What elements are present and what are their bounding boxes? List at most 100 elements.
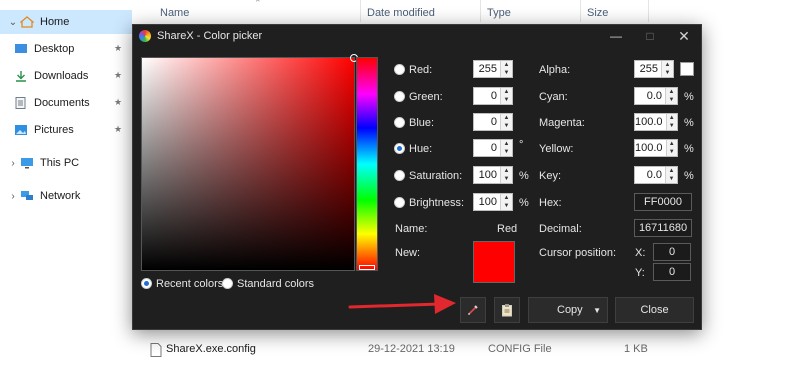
spinner-arrows[interactable]: ▲ ▼ <box>665 88 677 104</box>
hue-value[interactable]: 0 <box>474 140 500 156</box>
column-divider <box>648 0 649 22</box>
key-value[interactable]: 0.0 <box>635 167 665 183</box>
spin-down-icon[interactable]: ▼ <box>662 69 673 77</box>
column-header-size[interactable]: Size <box>587 0 647 26</box>
radio-brightness[interactable] <box>394 197 405 208</box>
nav-item-desktop[interactable]: Desktop ★ <box>0 37 132 61</box>
blue-value[interactable]: 0 <box>474 114 500 130</box>
spinner-arrows[interactable]: ▲ ▼ <box>665 114 677 130</box>
nav-item-downloads[interactable]: Downloads ★ <box>0 64 132 88</box>
nav-item-this-pc[interactable]: › This PC <box>0 151 132 175</box>
spinner-arrows[interactable]: ▲ ▼ <box>661 61 673 77</box>
spin-down-icon[interactable]: ▼ <box>501 148 512 156</box>
brightness-value[interactable]: 100 <box>474 194 500 210</box>
spinner-arrows[interactable]: ▲ ▼ <box>500 114 512 130</box>
radio-standard-colors[interactable] <box>222 278 233 289</box>
spinner-arrows[interactable]: ▲ ▼ <box>665 167 677 183</box>
brightness-input[interactable]: 100 ▲ ▼ <box>473 193 513 211</box>
spinner-arrows[interactable]: ▲ ▼ <box>500 167 512 183</box>
column-header-name[interactable]: Name <box>160 0 360 26</box>
spin-up-icon[interactable]: ▲ <box>501 88 512 96</box>
spin-down-icon[interactable]: ▼ <box>501 175 512 183</box>
label-standard-colors[interactable]: Standard colors <box>237 278 314 290</box>
hue-marker[interactable] <box>359 265 375 270</box>
spin-down-icon[interactable]: ▼ <box>667 148 677 156</box>
file-row[interactable]: ShareX.exe.config 29-12-2021 13:19 CONFI… <box>148 340 648 360</box>
hue-input[interactable]: 0 ▲ ▼ <box>473 139 513 157</box>
close-window-button[interactable]: ✕ <box>667 25 701 47</box>
spinner-arrows[interactable]: ▲ ▼ <box>500 61 512 77</box>
spin-up-icon[interactable]: ▲ <box>666 88 677 96</box>
label-recent-colors[interactable]: Recent colors <box>156 278 223 290</box>
green-value[interactable]: 0 <box>474 88 500 104</box>
spin-down-icon[interactable]: ▼ <box>501 96 512 104</box>
column-header-date[interactable]: Date modified <box>367 0 477 26</box>
yellow-input[interactable]: 100.0 ▲ ▼ <box>634 139 678 157</box>
green-input[interactable]: 0 ▲ ▼ <box>473 87 513 105</box>
spin-down-icon[interactable]: ▼ <box>666 96 677 104</box>
minimize-button[interactable]: — <box>599 25 633 47</box>
chevron-right-icon[interactable]: › <box>6 191 20 202</box>
column-label: Type <box>487 7 511 19</box>
alpha-value[interactable]: 255 <box>635 61 661 77</box>
spinner-arrows[interactable]: ▲ ▼ <box>500 194 512 210</box>
spin-up-icon[interactable]: ▲ <box>501 140 512 148</box>
radio-recent-colors[interactable] <box>141 278 152 289</box>
spin-down-icon[interactable]: ▼ <box>501 122 512 130</box>
spin-up-icon[interactable]: ▲ <box>501 114 512 122</box>
spinner-arrows[interactable]: ▲ ▼ <box>500 140 512 156</box>
screen-picker-button[interactable] <box>460 297 486 323</box>
title-bar[interactable]: ShareX - Color picker — □ ✕ <box>133 25 701 47</box>
spin-up-icon[interactable]: ▲ <box>666 167 677 175</box>
spin-up-icon[interactable]: ▲ <box>667 140 677 148</box>
spin-down-icon[interactable]: ▼ <box>666 175 677 183</box>
radio-blue[interactable] <box>394 117 405 128</box>
yellow-value[interactable]: 100.0 <box>635 140 666 156</box>
radio-green[interactable] <box>394 91 405 102</box>
chevron-down-icon[interactable]: ⌄ <box>6 17 20 28</box>
alpha-input[interactable]: 255 ▲ ▼ <box>634 60 674 78</box>
red-input[interactable]: 255 ▲ ▼ <box>473 60 513 78</box>
nav-item-documents[interactable]: Documents ★ <box>0 91 132 115</box>
nav-item-home[interactable]: ⌄ Home <box>0 10 132 34</box>
red-value[interactable]: 255 <box>474 61 500 77</box>
cyan-input[interactable]: 0.0 ▲ ▼ <box>634 87 678 105</box>
spin-up-icon[interactable]: ▲ <box>501 61 512 69</box>
cursor-x-input[interactable]: 0 <box>653 243 691 261</box>
saturation-value[interactable]: 100 <box>474 167 500 183</box>
column-header-type[interactable]: Type <box>487 0 577 26</box>
nav-item-pictures[interactable]: Pictures ★ <box>0 118 132 142</box>
spinner-arrows[interactable]: ▲ ▼ <box>665 140 677 156</box>
cursor-y-input[interactable]: 0 <box>653 263 691 281</box>
spin-down-icon[interactable]: ▼ <box>501 202 512 210</box>
column-divider <box>580 0 581 22</box>
nav-item-network[interactable]: › Network <box>0 184 132 208</box>
spin-down-icon[interactable]: ▼ <box>667 122 677 130</box>
radio-saturation[interactable] <box>394 170 405 181</box>
magenta-value[interactable]: 100.0 <box>635 114 666 130</box>
spin-up-icon[interactable]: ▲ <box>501 194 512 202</box>
decimal-input[interactable]: 16711680 <box>634 219 692 237</box>
radio-hue[interactable] <box>394 143 405 154</box>
chevron-right-icon[interactable]: › <box>6 158 20 169</box>
spin-up-icon[interactable]: ▲ <box>662 61 673 69</box>
chevron-down-icon[interactable]: ▼ <box>593 306 601 315</box>
saturation-brightness-picker[interactable] <box>141 54 358 271</box>
magenta-input[interactable]: 100.0 ▲ ▼ <box>634 113 678 131</box>
radio-red[interactable] <box>394 64 405 75</box>
key-input[interactable]: 0.0 ▲ ▼ <box>634 166 678 184</box>
blue-input[interactable]: 0 ▲ ▼ <box>473 113 513 131</box>
column-label: Size <box>587 7 609 19</box>
saturation-input[interactable]: 100 ▲ ▼ <box>473 166 513 184</box>
spin-up-icon[interactable]: ▲ <box>501 167 512 175</box>
close-button[interactable]: Close <box>615 297 694 323</box>
hue-slider[interactable] <box>356 57 378 271</box>
maximize-button[interactable]: □ <box>633 25 667 47</box>
hex-input[interactable]: FF0000 <box>634 193 692 211</box>
copy-button[interactable]: Copy ▼ <box>528 297 608 323</box>
spin-down-icon[interactable]: ▼ <box>501 69 512 77</box>
spin-up-icon[interactable]: ▲ <box>667 114 677 122</box>
clipboard-button[interactable] <box>494 297 520 323</box>
cyan-value[interactable]: 0.0 <box>635 88 665 104</box>
spinner-arrows[interactable]: ▲ ▼ <box>500 88 512 104</box>
